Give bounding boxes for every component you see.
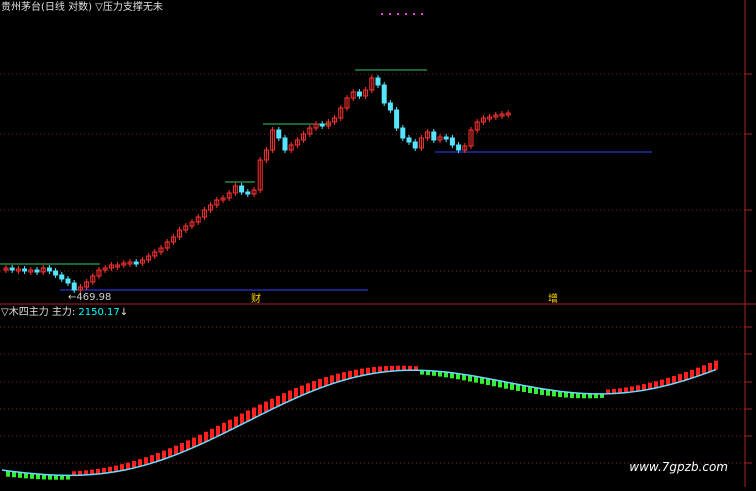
main-force-value: 2150.17 (78, 307, 120, 318)
candle-body (375, 77, 381, 86)
candle-body (53, 270, 59, 276)
histogram-bar (264, 401, 268, 413)
histogram-bar (204, 431, 208, 442)
candle-body (65, 278, 71, 284)
bottom-panel-title: ▽木四主力 主力: 2150.17↓ (1, 307, 128, 319)
histogram-bar (282, 393, 286, 404)
candle-body (431, 131, 437, 141)
candle-body (387, 102, 393, 111)
histogram-bar (210, 428, 214, 440)
watermark: www.7gpzb.com (629, 460, 728, 474)
magenta-dot (405, 13, 407, 15)
histogram-bar (354, 369, 358, 377)
candle-body (406, 137, 412, 143)
main-force-curve (1, 368, 717, 477)
histogram-bar (324, 377, 328, 386)
price-low-label: ←469.98 (68, 292, 112, 303)
histogram-bar (342, 372, 346, 381)
histogram-bar (288, 390, 292, 401)
indicator-name: ▽木四主力 主力: (1, 307, 79, 318)
candle-body (9, 267, 15, 271)
magenta-dot (381, 13, 383, 15)
candle-body (276, 129, 282, 139)
candle-body (245, 191, 251, 195)
panel-frames (0, 0, 756, 487)
histogram-bar (192, 437, 196, 448)
histogram-bar (252, 407, 256, 419)
candle-body (34, 269, 40, 273)
candle-body (394, 109, 400, 129)
histogram-bar (270, 398, 274, 410)
candlestick-series (3, 75, 511, 293)
histogram-bar (228, 419, 232, 431)
histogram-bar (234, 416, 238, 428)
histogram-bar (360, 368, 364, 376)
magenta-dot (413, 13, 415, 15)
candle-body (46, 267, 52, 272)
histogram-bar (348, 370, 352, 379)
candle-body (239, 185, 245, 193)
main-force-histogram (6, 360, 718, 480)
magenta-dot (389, 13, 391, 15)
histogram-bar (336, 373, 340, 382)
histogram-bar (306, 383, 310, 393)
event-marker-zeng[interactable]: 增 (548, 294, 558, 306)
histogram-bar (198, 434, 202, 445)
candle-body (456, 144, 462, 151)
histogram-bar (258, 404, 262, 416)
candle-body (282, 137, 288, 151)
histogram-bar (714, 360, 718, 370)
event-marker-cai[interactable]: 财 (251, 294, 261, 306)
histogram-bar (186, 440, 190, 450)
histogram-bar (222, 422, 226, 434)
candle-body (443, 136, 449, 140)
top-panel-title: 贵州茅台(日线 对数) ▽压力支撑无未 (1, 2, 163, 13)
histogram-bar (300, 385, 304, 396)
histogram-bar (312, 381, 316, 391)
candle-body (449, 137, 455, 146)
support-resistance-lines (0, 69, 652, 291)
candle-body (59, 274, 65, 280)
magenta-dot (421, 13, 423, 15)
histogram-bar (330, 375, 334, 384)
candle-body (356, 91, 362, 97)
chart-window[interactable]: 贵州茅台(日线 对数) ▽压力支撑无未 ←469.98 财 增 ▽木四主力 主力… (0, 0, 756, 487)
histogram-bar (246, 410, 250, 422)
candle-body (22, 268, 28, 272)
candle-body (133, 261, 139, 265)
candle-body (412, 141, 418, 149)
candle-body (319, 123, 325, 127)
down-arrow-icon: ↓ (119, 307, 129, 318)
candle-body (71, 282, 77, 291)
histogram-bar (216, 425, 220, 437)
main-force-line (1, 368, 717, 477)
histogram-bar (294, 388, 298, 398)
stock-chart-canvas[interactable] (0, 0, 756, 487)
magenta-dot (397, 13, 399, 15)
histogram-bar (240, 413, 244, 425)
histogram-bar (276, 395, 280, 407)
candle-body (400, 127, 406, 139)
histogram-bar (318, 379, 322, 389)
candle-body (381, 84, 387, 104)
